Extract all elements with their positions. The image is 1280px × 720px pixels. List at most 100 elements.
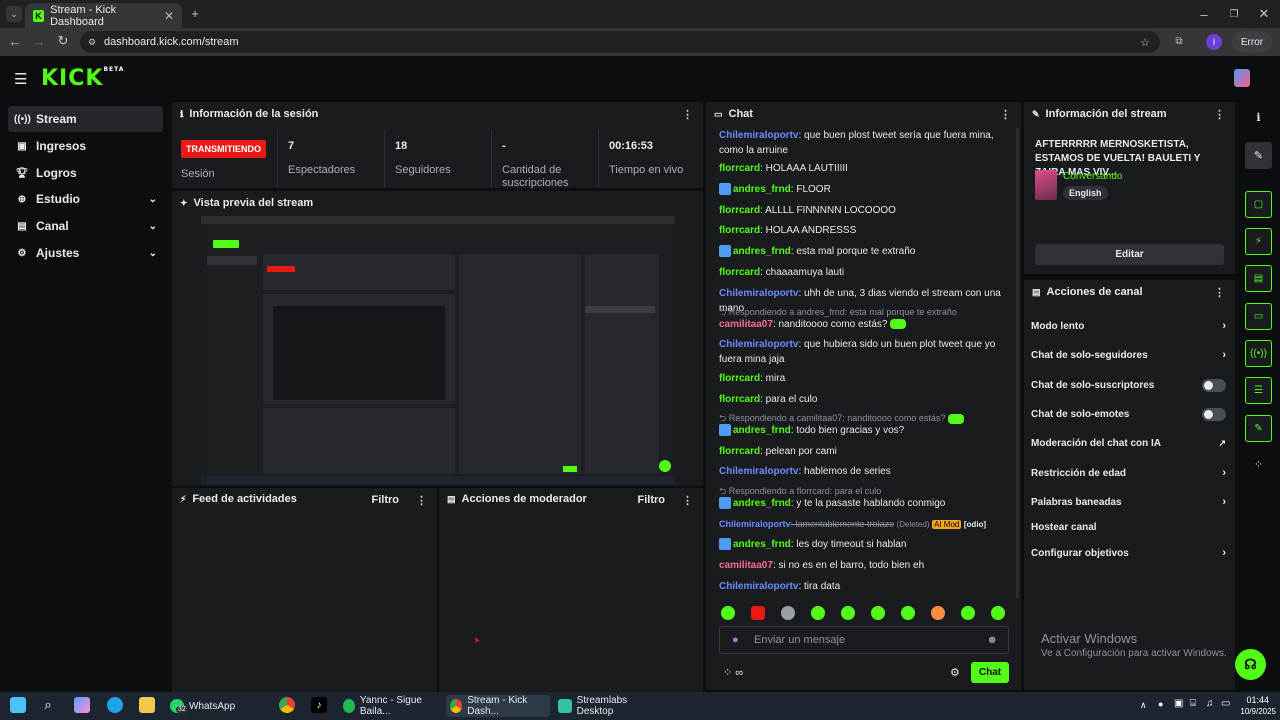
tray-volume-icon[interactable]: ♫ (1206, 698, 1214, 709)
lightning-icon[interactable]: ⚡︎ (1245, 228, 1272, 255)
restore-icon[interactable]: ❐ (1226, 6, 1242, 22)
edge-icon[interactable] (107, 697, 123, 713)
pencil-icon[interactable]: ✎ (1245, 142, 1272, 169)
bookmark-star-icon[interactable]: ☆ (1140, 36, 1150, 49)
emote-icon[interactable] (961, 606, 975, 620)
taskbar-app-chrome-kick[interactable]: Stream - Kick Dash... (446, 695, 550, 717)
action-host-channel[interactable]: Hostear canal (1031, 519, 1226, 535)
clock-time[interactable]: 01:44 (1245, 695, 1269, 705)
reload-icon[interactable]: ↻ (56, 33, 70, 48)
file-explorer-icon[interactable] (139, 697, 155, 713)
wrench-icon[interactable]: ✎ (1245, 415, 1272, 442)
chat-username[interactable]: andres_frnd (733, 539, 791, 550)
chat-username[interactable]: florrcard (719, 267, 760, 278)
emote-icon[interactable] (931, 606, 945, 620)
more-options-icon[interactable]: ⋮ (682, 108, 693, 121)
action-age-restriction[interactable]: Restricción de edad › (1031, 465, 1226, 481)
chat-username[interactable]: Chilemiraloportv (719, 581, 798, 592)
tiktok-icon[interactable]: ♪ (311, 697, 327, 713)
emotes-only-toggle[interactable] (1202, 407, 1226, 421)
tab-list-icon[interactable]: ⌄ (6, 6, 22, 22)
chat-username[interactable]: andres_frnd (733, 425, 791, 436)
emote-icon[interactable] (901, 606, 915, 620)
taskbar-app-spotify[interactable]: Yannc - Sigue Baila... (339, 695, 441, 717)
document-icon[interactable]: ▤ (1245, 265, 1272, 292)
stream-preview-video[interactable] (201, 216, 675, 484)
scan-icon[interactable]: ▢ (1245, 191, 1272, 218)
emote-icon[interactable] (781, 606, 795, 620)
emote-icon[interactable] (721, 606, 735, 620)
sidebar-item-estudio[interactable]: ⊕ Estudio ⌄ (8, 186, 163, 212)
tray-chevron-icon[interactable]: ∧ (1140, 700, 1147, 711)
taskbar-app-streamlabs[interactable]: Streamlabs Desktop (554, 695, 664, 717)
more-apps-icon[interactable]: ⁘ (1245, 451, 1272, 478)
chat-settings-icon[interactable]: ⚙ (950, 666, 960, 679)
more-options-icon[interactable]: ⋮ (1214, 108, 1225, 121)
emote-icon[interactable] (991, 606, 1005, 620)
browser-tab[interactable]: K Stream - Kick Dashboard ✕ (25, 3, 182, 28)
emote-icon[interactable] (841, 606, 855, 620)
url-field[interactable]: ⚙ dashboard.kick.com/stream ☆ (80, 31, 1160, 53)
chat-username[interactable]: florrcard (719, 225, 760, 236)
chat-username[interactable]: florrcard (719, 446, 760, 457)
chat-message-input[interactable]: ● Enviar un mensaje ☻ (719, 626, 1009, 654)
subscribers-only-toggle[interactable] (1202, 378, 1226, 392)
chat-username[interactable]: florrcard (719, 205, 760, 216)
sliders-icon[interactable]: ☰ (1245, 377, 1272, 404)
more-options-icon[interactable]: ⋮ (416, 494, 427, 507)
category-name[interactable]: Conversando (1063, 171, 1122, 182)
chat-username[interactable]: Chilemiraloportv (719, 130, 798, 141)
microphone-icon[interactable]: ● (732, 634, 739, 646)
support-headset-icon[interactable]: ☊ (1235, 649, 1266, 680)
new-tab-icon[interactable]: + (188, 6, 202, 21)
user-avatar[interactable] (1234, 69, 1250, 87)
action-configure-goals[interactable]: Configurar objetivos › (1031, 545, 1226, 561)
tray-network-icon[interactable]: ⌸ (1190, 698, 1196, 709)
sidebar-item-logros[interactable]: 🏆︎ Logros (8, 160, 163, 186)
clock-date[interactable]: 10/9/2025 (1236, 707, 1276, 716)
info-icon[interactable]: ℹ (1245, 104, 1272, 131)
profile-avatar[interactable]: I (1206, 34, 1222, 50)
chat-username[interactable]: Chilemiraloportv (719, 288, 798, 299)
broadcast-icon[interactable]: ((•)) (1245, 340, 1272, 367)
emote-icon[interactable] (751, 606, 765, 620)
more-options-icon[interactable]: ⋮ (1214, 286, 1225, 299)
edit-stream-button[interactable]: Editar (1035, 244, 1224, 265)
chat-username[interactable]: andres_frnd (733, 498, 791, 509)
site-info-icon[interactable]: ⚙ (88, 37, 96, 48)
chat-badges-icon[interactable]: ⁘ ∞ (723, 666, 743, 679)
copilot-icon[interactable] (74, 697, 90, 713)
sidebar-item-stream[interactable]: ((•)) Stream (8, 106, 163, 132)
chat-username[interactable]: camilitaa07 (719, 560, 773, 571)
chat-bubble-icon[interactable]: ▭ (1245, 303, 1272, 330)
sidebar-item-ajustes[interactable]: ⚙ Ajustes ⌄ (8, 240, 163, 266)
action-banned-words[interactable]: Palabras baneadas › (1031, 494, 1226, 510)
action-slow-mode[interactable]: Modo lento › (1031, 318, 1226, 334)
menu-icon[interactable]: ☰ (14, 70, 27, 88)
more-options-icon[interactable]: ⋮ (1000, 108, 1011, 121)
extensions-icon[interactable]: ⧉ (1172, 34, 1186, 48)
emoji-icon[interactable]: ☻ (986, 634, 998, 646)
windows-start-icon[interactable] (10, 697, 26, 713)
error-button[interactable]: Error (1232, 31, 1272, 53)
chat-username[interactable]: florrcard (719, 394, 760, 405)
chat-username[interactable]: Chilemiraloportv (719, 519, 791, 529)
action-followers-only[interactable]: Chat de solo-seguidores › (1031, 347, 1226, 363)
chrome-icon[interactable] (279, 697, 295, 713)
chat-scrollbar[interactable] (1016, 128, 1019, 598)
tray-app-icon[interactable]: ▣ (1174, 698, 1183, 709)
filter-button[interactable]: Filtro (372, 494, 400, 506)
tab-close-icon[interactable]: ✕ (164, 9, 174, 23)
more-options-icon[interactable]: ⋮ (682, 494, 693, 507)
kick-logo[interactable]: KICKBETA (41, 66, 124, 91)
window-close-icon[interactable]: ✕ (1256, 6, 1272, 22)
forward-icon[interactable]: → (32, 34, 46, 49)
chat-username[interactable]: florrcard (719, 373, 760, 384)
tray-battery-icon[interactable]: ▭ (1221, 698, 1230, 709)
filter-button[interactable]: Filtro (638, 494, 666, 506)
chat-username[interactable]: Chilemiraloportv (719, 339, 798, 350)
back-icon[interactable]: ← (8, 34, 22, 49)
minimize-icon[interactable]: – (1196, 6, 1212, 22)
chat-username[interactable]: florrcard (719, 163, 760, 174)
emote-icon[interactable] (871, 606, 885, 620)
